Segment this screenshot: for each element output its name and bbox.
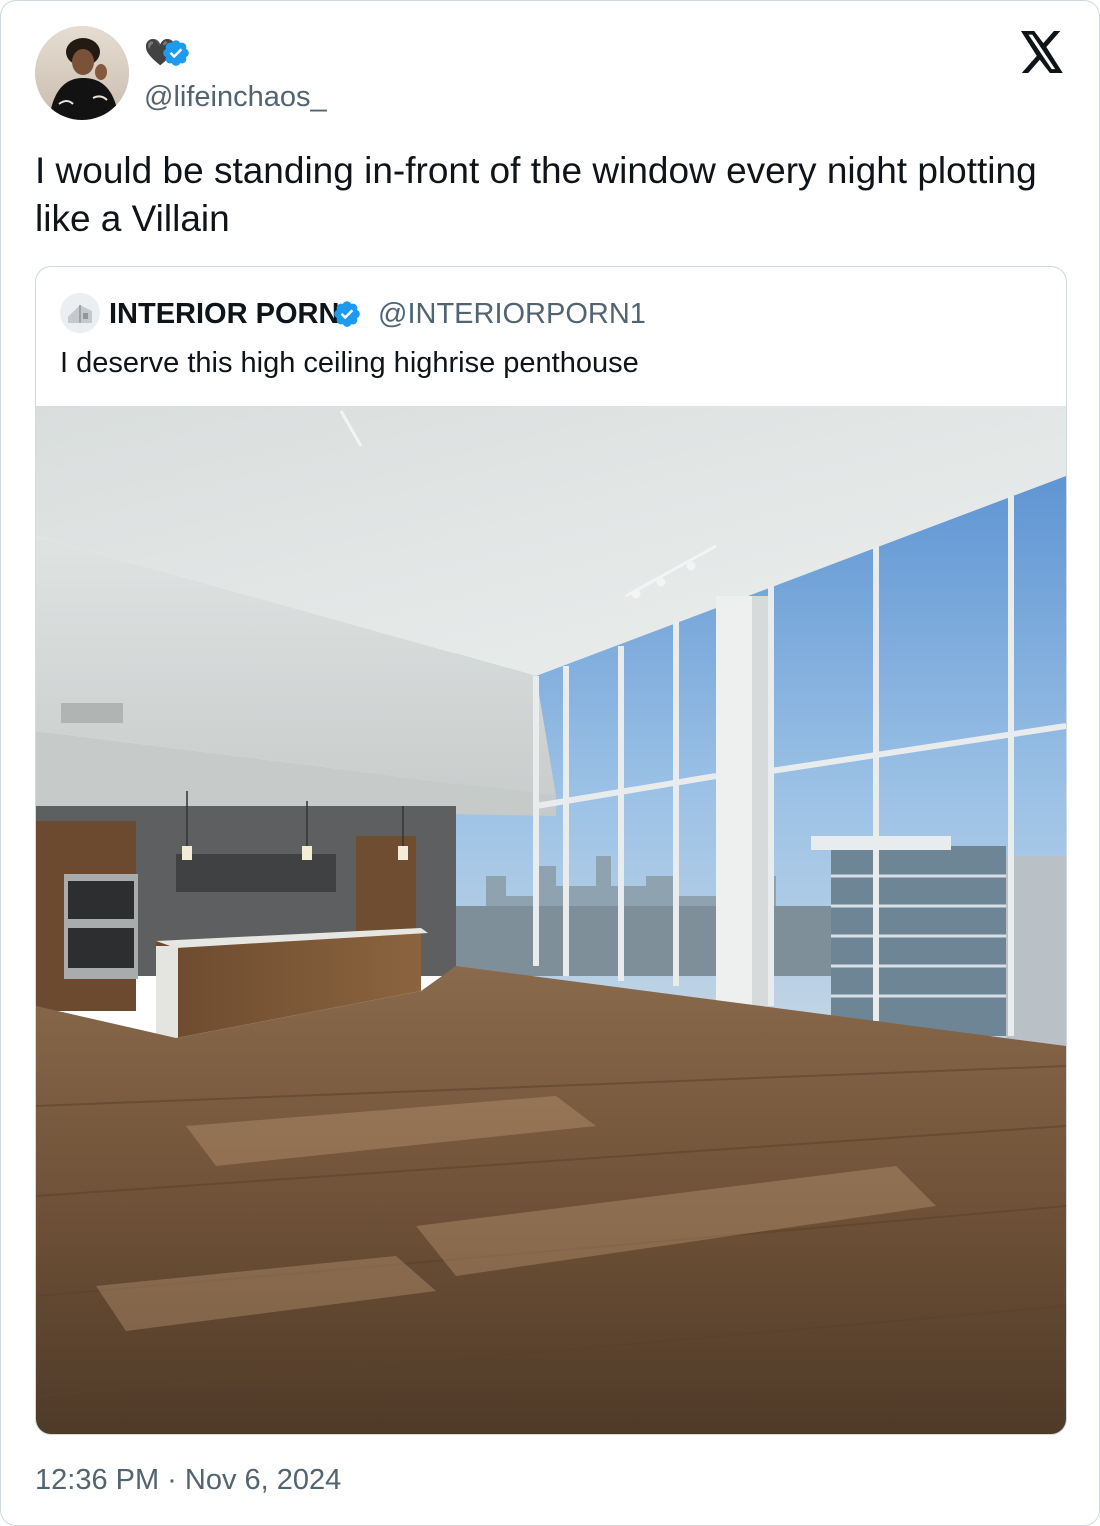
tweet-timestamp[interactable]: 12:36 PM · Nov 6, 2024 [35, 1462, 341, 1498]
verified-badge-icon [334, 301, 360, 327]
quoted-author-avatar[interactable] [60, 293, 100, 333]
tweet-card: 🖤 @lifeinchaos_ I would be standing in-f… [0, 0, 1100, 1526]
quoted-tweet[interactable]: INTERIOR PORN @INTERIORPORN1 I deserve t… [35, 266, 1067, 1435]
penthouse-interior-photo[interactable] [36, 406, 1066, 1434]
x-logo-icon[interactable] [1018, 31, 1066, 73]
quoted-author-name[interactable]: INTERIOR PORN [109, 297, 339, 331]
quoted-author-handle[interactable]: @INTERIORPORN1 [378, 297, 646, 331]
tweet-text: I would be standing in-front of the wind… [35, 150, 1037, 239]
verified-badge-icon [163, 40, 189, 66]
author-handle[interactable]: @lifeinchaos_ [144, 79, 327, 115]
quoted-tweet-text: I deserve this high ceiling highrise pen… [60, 347, 639, 379]
author-avatar[interactable] [35, 26, 129, 120]
